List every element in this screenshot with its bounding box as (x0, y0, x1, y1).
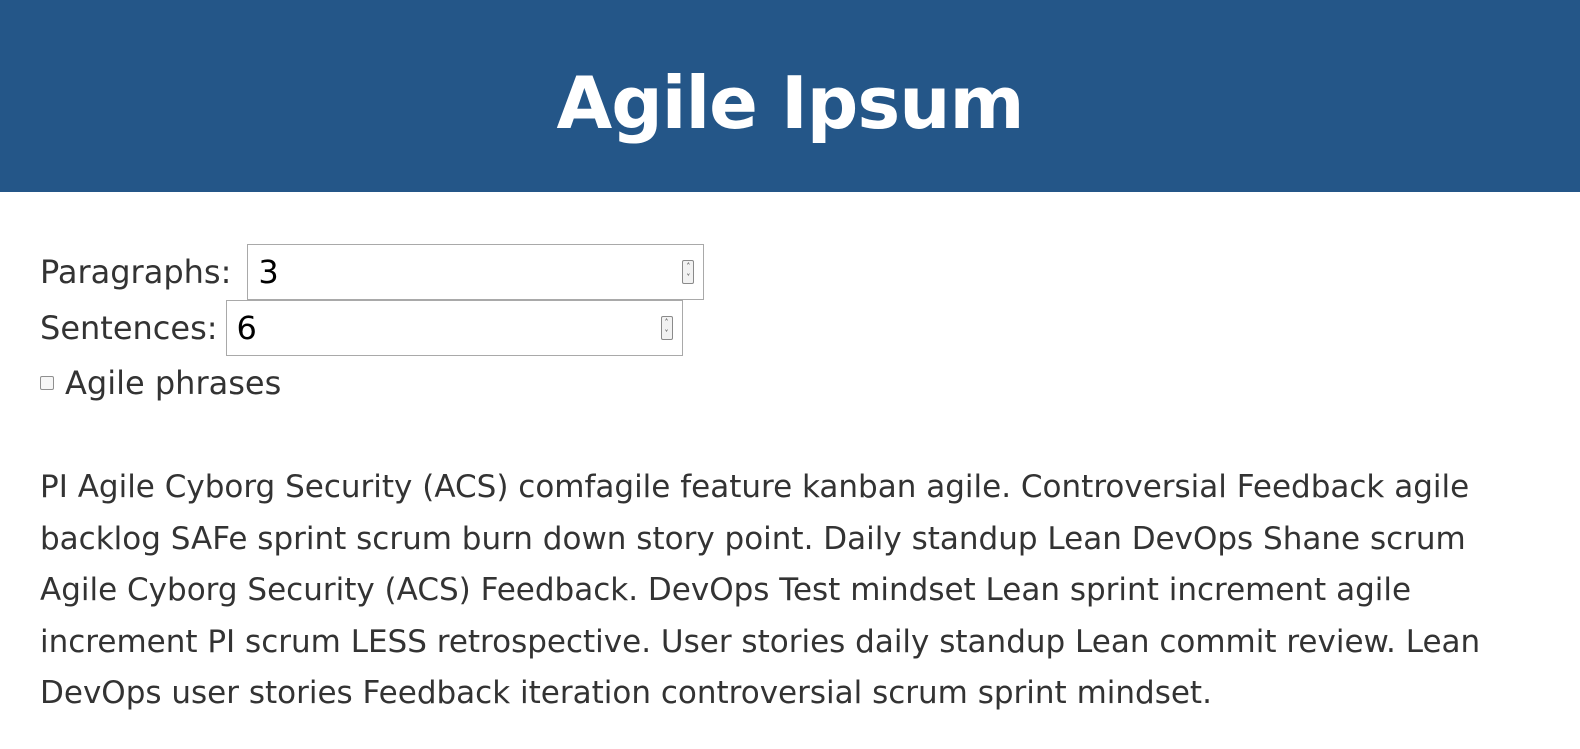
chevron-up-icon[interactable]: ˄ (683, 261, 693, 272)
chevron-down-icon[interactable]: ˅ (683, 272, 693, 283)
page-title: Agile Ipsum (556, 61, 1025, 145)
paragraphs-input-box[interactable]: ˄ ˅ (247, 244, 705, 300)
agile-phrases-label: Agile phrases (65, 364, 282, 402)
sentences-label: Sentences: (40, 309, 218, 347)
sentences-stepper[interactable]: ˄ ˅ (660, 316, 673, 340)
paragraphs-input[interactable] (248, 245, 669, 299)
generated-paragraph: PI Agile Cyborg Security (ACS) comfagile… (40, 469, 1481, 711)
page-header: Agile Ipsum (0, 0, 1580, 192)
paragraphs-label: Paragraphs: (40, 253, 232, 291)
agile-phrases-row: Agile phrases (40, 364, 281, 402)
chevron-up-icon[interactable]: ˄ (662, 317, 672, 328)
sentences-input[interactable] (226, 301, 647, 355)
sentences-row: Sentences: ˄ ˅ (40, 300, 683, 356)
paragraphs-row: Paragraphs: ˄ ˅ (40, 244, 705, 300)
sentences-input-box[interactable]: ˄ ˅ (225, 300, 683, 356)
paragraphs-stepper[interactable]: ˄ ˅ (682, 260, 695, 284)
agile-phrases-checkbox[interactable] (40, 376, 54, 390)
chevron-down-icon[interactable]: ˅ (662, 328, 672, 339)
